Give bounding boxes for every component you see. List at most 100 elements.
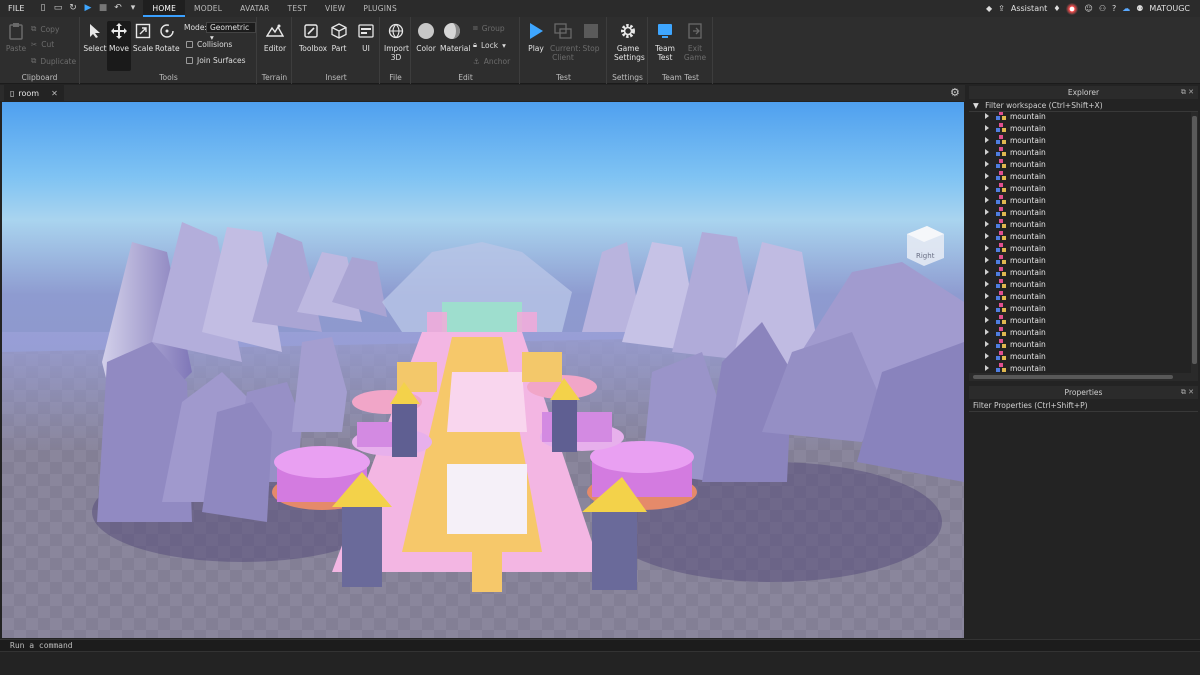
share-icon[interactable]: ⇪ [998, 4, 1005, 13]
tab-test[interactable]: TEST [279, 0, 316, 17]
copy-button[interactable]: ⧉ Copy [31, 24, 59, 34]
explorer-scroll-thumb[interactable] [1192, 116, 1197, 364]
group-button[interactable]: ⧈ Group [473, 23, 505, 33]
ui-button[interactable]: UI [354, 21, 378, 53]
explorer-filter[interactable]: ▼ Filter workspace (Ctrl+Shift+X) [969, 100, 1198, 112]
tree-item[interactable]: mountain [969, 350, 1189, 362]
tree-item[interactable]: mountain [969, 326, 1189, 338]
part-button[interactable]: Part [327, 21, 351, 53]
cloud-icon[interactable]: ☁ [1122, 4, 1130, 13]
tab-home[interactable]: HOME [143, 0, 186, 17]
tree-item[interactable]: mountain [969, 290, 1189, 302]
tree-item[interactable]: mountain [969, 182, 1189, 194]
tab-avatar[interactable]: AVATAR [231, 0, 278, 17]
join-surfaces-checkbox[interactable] [186, 57, 193, 64]
tree-item[interactable]: mountain [969, 146, 1189, 158]
3d-viewport[interactable]: Right [2, 102, 964, 638]
properties-filter[interactable]: Filter Properties (Ctrl+Shift+P) [969, 400, 1198, 412]
tab-plugins[interactable]: PLUGINS [354, 0, 406, 17]
tree-item[interactable]: mountain [969, 278, 1189, 290]
collisions-checkbox[interactable] [186, 41, 193, 48]
close-icon[interactable]: ✕ [51, 89, 58, 98]
tree-item[interactable]: mountain [969, 230, 1189, 242]
move-button[interactable]: Move [107, 21, 131, 71]
notification-icon[interactable]: ♦ [1053, 4, 1060, 13]
expand-arrow-icon[interactable] [985, 245, 989, 251]
tree-item[interactable]: mountain [969, 194, 1189, 206]
undo-icon[interactable]: ↶ [113, 4, 122, 13]
rotate-button[interactable]: Rotate [155, 21, 180, 53]
viewport-settings-icon[interactable]: ⚙ [950, 87, 961, 98]
current-client-button[interactable]: Current: Client [550, 21, 581, 62]
expand-arrow-icon[interactable] [985, 149, 989, 155]
expand-arrow-icon[interactable] [985, 221, 989, 227]
expand-arrow-icon[interactable] [985, 281, 989, 287]
expand-arrow-icon[interactable] [985, 161, 989, 167]
expand-arrow-icon[interactable] [985, 305, 989, 311]
mode-dropdown[interactable]: Geometric ▾ [206, 22, 256, 42]
command-bar[interactable]: Run a command [0, 639, 1200, 652]
cut-button[interactable]: ✂ Cut [31, 40, 54, 49]
tree-item[interactable]: mountain [969, 206, 1189, 218]
file-menu[interactable]: FILE [0, 0, 32, 17]
view-cube[interactable] [907, 226, 944, 266]
expand-arrow-icon[interactable] [985, 329, 989, 335]
properties-filter-input[interactable]: Filter Properties (Ctrl+Shift+P) [973, 401, 1088, 410]
share-people-icon[interactable]: ⚇ [1099, 4, 1106, 13]
tab-view[interactable]: VIEW [316, 0, 354, 17]
expand-arrow-icon[interactable] [985, 353, 989, 359]
tab-room[interactable]: ▯ room ✕ [4, 85, 64, 101]
tree-item[interactable]: mountain [969, 302, 1189, 314]
color-button[interactable]: Color [414, 21, 438, 53]
play-quick-icon[interactable]: ▶ [83, 4, 92, 13]
expand-arrow-icon[interactable] [985, 209, 989, 215]
expand-arrow-icon[interactable] [985, 269, 989, 275]
help-icon[interactable]: ? [1112, 4, 1116, 13]
explorer-hscroll-thumb[interactable] [973, 375, 1173, 379]
new-file-icon[interactable]: ▯ [38, 4, 47, 13]
tree-item[interactable]: mountain [969, 314, 1189, 326]
user-badge-icon[interactable]: ⚉ [1136, 4, 1143, 13]
explorer-tree[interactable]: mountain mountain mountain mountain mountain… [969, 112, 1189, 373]
redo-icon[interactable]: ↻ [68, 4, 77, 13]
play-button[interactable]: Play [524, 21, 548, 53]
explorer-scrollbar[interactable] [1191, 112, 1198, 373]
expand-arrow-icon[interactable] [985, 173, 989, 179]
expand-arrow-icon[interactable] [985, 125, 989, 131]
properties-window-controls[interactable]: ⧉ ✕ [1181, 386, 1194, 399]
import-3d-button[interactable]: Import 3D [384, 21, 409, 62]
user-icon[interactable]: ☺ [1084, 4, 1092, 13]
tree-item[interactable]: mountain [969, 158, 1189, 170]
exit-game-button[interactable]: Exit Game [683, 21, 707, 62]
expand-arrow-icon[interactable] [985, 293, 989, 299]
anchor-button[interactable]: ⚓︎ Anchor [473, 57, 510, 66]
tab-model[interactable]: MODEL [185, 0, 231, 17]
expand-arrow-icon[interactable] [985, 317, 989, 323]
duplicate-button[interactable]: ⧉ Duplicate [31, 56, 76, 66]
command-input[interactable]: Run a command [10, 641, 73, 650]
expand-arrow-icon[interactable] [985, 137, 989, 143]
tree-item[interactable]: mountain [969, 122, 1189, 134]
game-settings-button[interactable]: Game Settings [614, 21, 645, 62]
expand-arrow-icon[interactable] [985, 233, 989, 239]
tree-item[interactable]: mountain [969, 338, 1189, 350]
paste-button[interactable]: Paste [4, 21, 28, 53]
join-surfaces-toggle[interactable]: Join Surfaces [186, 56, 246, 65]
tree-item[interactable]: mountain [969, 134, 1189, 146]
material-button[interactable]: Material [440, 21, 470, 53]
tree-item[interactable]: mountain [969, 266, 1189, 278]
tree-item[interactable]: mountain [969, 242, 1189, 254]
stop-button[interactable]: Stop [579, 21, 603, 53]
explorer-filter-input[interactable]: Filter workspace (Ctrl+Shift+X) [985, 101, 1102, 110]
team-test-button[interactable]: Team Test [653, 21, 677, 62]
terrain-editor-button[interactable]: Editor [263, 21, 287, 53]
open-file-icon[interactable]: ▭ [53, 4, 63, 13]
customize-icon[interactable]: ▾ [128, 4, 137, 13]
select-button[interactable]: Select [83, 21, 107, 53]
tree-item[interactable]: mountain [969, 254, 1189, 266]
tree-item[interactable]: mountain [969, 218, 1189, 230]
tree-item[interactable]: mountain [969, 170, 1189, 182]
collisions-toggle[interactable]: Collisions [186, 40, 232, 49]
stop-quick-icon[interactable]: ■ [98, 4, 108, 13]
expand-arrow-icon[interactable] [985, 365, 989, 371]
